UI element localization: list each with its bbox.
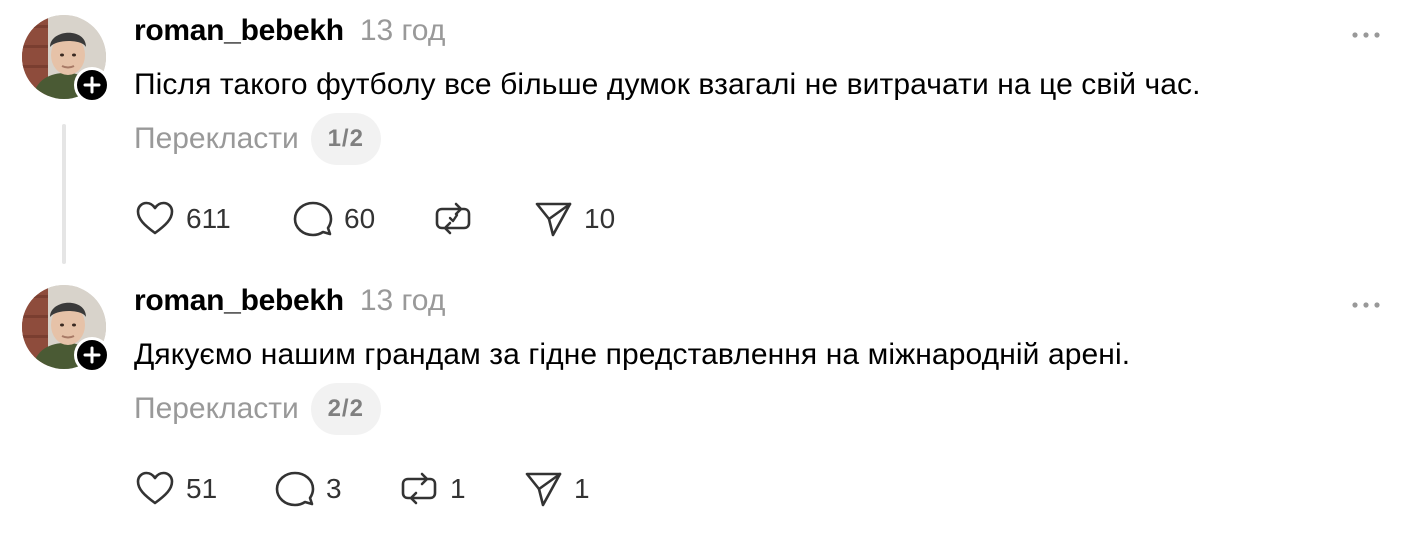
more-horizontal-icon [1352,32,1380,38]
action-bar: 51 3 1 1 [134,466,590,512]
comment-bubble-icon [293,201,333,237]
heart-icon [136,201,174,235]
repost-icon [435,202,471,235]
post-time: 13 год [359,284,446,317]
post-text: Після такого футболу все більше думок вз… [134,68,1201,101]
repost-icon [401,472,437,505]
post-time: 13 год [359,14,446,47]
avatar-container [22,285,110,373]
reply-count: 3 [326,473,342,504]
reply-button[interactable]: 3 [274,466,398,512]
share-count: 1 [574,473,590,504]
thread-post: roman_bebekh 13 год Після такого футболу… [0,0,1408,270]
like-button[interactable]: 611 [134,196,292,242]
action-bar: 611 60 10 [134,196,615,242]
repost-count: 1 [450,473,466,504]
translate-link[interactable]: Перекласти [134,392,299,426]
repost-button[interactable] [432,196,532,242]
share-count: 10 [584,203,616,234]
share-button[interactable]: 1 [522,466,590,512]
follow-button[interactable] [74,337,110,373]
translate-link[interactable]: Перекласти [134,122,299,156]
thread-page-indicator: 1/2 [310,113,381,165]
username-link[interactable]: roman_bebekh [134,284,344,318]
thread-page-indicator: 2/2 [310,383,381,435]
heart-icon [136,471,174,505]
post-header: roman_bebekh 13 год [134,14,445,54]
post-text: Дякуємо нашим грандам за гідне представл… [134,338,1131,371]
more-options-button[interactable] [1346,20,1386,50]
like-button[interactable]: 51 [134,466,274,512]
post-header: roman_bebekh 13 год [134,284,445,324]
plus-icon [83,76,101,94]
thread-post: roman_bebekh 13 год Дякуємо нашим гранда… [0,270,1408,540]
send-icon [525,472,562,507]
follow-button[interactable] [74,67,110,103]
username-link[interactable]: roman_bebekh [134,14,344,48]
more-options-button[interactable] [1346,290,1386,320]
reply-button[interactable]: 60 [292,196,432,242]
repost-button[interactable]: 1 [398,466,522,512]
like-count: 611 [186,203,231,234]
comment-bubble-icon [275,471,315,507]
more-horizontal-icon [1352,302,1380,308]
send-icon [535,202,572,237]
translate-row: Перекласти 2/2 [134,382,381,436]
share-button[interactable]: 10 [532,196,615,242]
avatar-container [22,15,110,103]
like-count: 51 [186,473,218,504]
reply-count: 60 [344,203,376,234]
translate-row: Перекласти 1/2 [134,112,381,166]
thread-connector-line [62,124,66,264]
plus-icon [83,346,101,364]
